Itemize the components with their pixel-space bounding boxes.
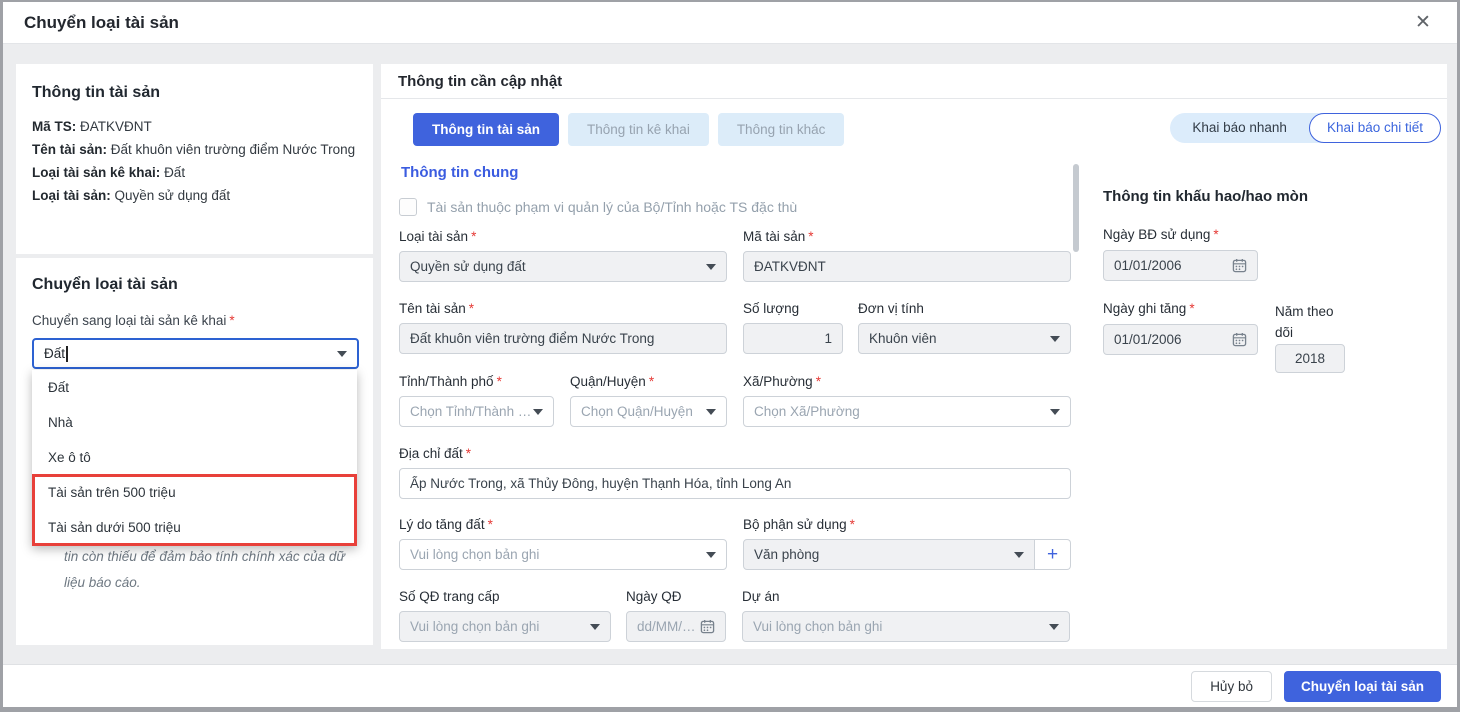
quantity-input[interactable]: 1: [743, 323, 843, 354]
project-select[interactable]: Vui lòng chọn bản ghi: [742, 611, 1070, 642]
land-address-label: Địa chỉ đất*: [399, 446, 1071, 461]
dropdown-option-nha[interactable]: Nhà: [32, 405, 357, 440]
special-asset-checkbox[interactable]: [399, 198, 417, 216]
asset-code-line: Mã TS: ĐATKVĐNT: [32, 115, 357, 138]
asset-info-heading: Thông tin tài sản: [32, 84, 357, 102]
declare-mode-toggle: Khai báo nhanh Khai báo chi tiết: [1170, 113, 1441, 143]
convert-asset-dialog: Chuyển loại tài sản ✕ Thông tin tài sản …: [3, 2, 1457, 707]
cancel-button[interactable]: Hủy bỏ: [1191, 671, 1272, 702]
asset-code-label: Mã tài sản*: [743, 229, 1071, 244]
asset-name-line: Tên tài sản: Đất khuôn viên trường điểm …: [32, 138, 357, 161]
asset-type-line: Loại tài sản: Quyền sử dụng đất: [32, 184, 357, 207]
convert-type-dropdown: Đất Nhà Xe ô tô Tài sản trên 500 triệu T…: [32, 370, 357, 546]
quantity-label: Số lượng: [743, 301, 843, 316]
unit-label: Đơn vị tính: [858, 301, 1071, 316]
dialog-titlebar: Chuyển loại tài sản ✕: [3, 2, 1457, 44]
dropdown-option-xe-o-to[interactable]: Xe ô tô: [32, 440, 357, 475]
dropdown-option-dat[interactable]: Đất: [32, 370, 357, 405]
general-info-form: Thông tin chung Tài sản thuộc phạm vi qu…: [399, 160, 1071, 642]
text-cursor: [66, 346, 68, 362]
tab-thong-tin-khac[interactable]: Thông tin khác: [718, 113, 845, 146]
ward-select[interactable]: Chọn Xã/Phường: [743, 396, 1071, 427]
tracking-year-input[interactable]: 2018: [1275, 344, 1345, 373]
province-select[interactable]: Chọn Tỉnh/Thành phố: [399, 396, 554, 427]
district-select[interactable]: Chọn Quận/Huyện: [570, 396, 727, 427]
tab-bar: Thông tin tài sản Thông tin kê khai Thôn…: [413, 113, 844, 146]
ward-label: Xã/Phường*: [743, 374, 1071, 389]
chevron-down-icon: [590, 624, 600, 630]
calendar-icon: [1232, 258, 1247, 273]
chevron-down-icon: [1050, 336, 1060, 342]
chevron-down-icon: [533, 409, 543, 415]
update-info-heading: Thông tin cần cập nhật: [381, 64, 1447, 90]
calendar-icon: [1232, 332, 1247, 347]
land-address-input[interactable]: Ấp Nước Trong, xã Thủy Đông, huyện Thạnh…: [399, 468, 1071, 499]
record-increase-date-label: Ngày ghi tăng*: [1103, 301, 1258, 316]
using-department-label: Bộ phận sử dụng*: [743, 517, 1071, 532]
start-use-date-input[interactable]: 01/01/2006: [1103, 250, 1258, 281]
dialog-footer: Hủy bỏ Chuyển loại tài sản: [3, 664, 1457, 707]
depreciation-heading: Thông tin khấu hao/hao mòn: [1103, 188, 1443, 205]
close-icon[interactable]: ✕: [1411, 11, 1435, 35]
convert-type-panel: Chuyển loại tài sản Chuyển sang loại tài…: [16, 258, 373, 645]
update-info-header: Thông tin cần cập nhật: [381, 64, 1447, 99]
submit-convert-button[interactable]: Chuyển loại tài sản: [1284, 671, 1441, 702]
convert-panel-heading: Chuyển loại tài sản: [32, 276, 178, 294]
record-increase-date-input[interactable]: 01/01/2006: [1103, 324, 1258, 355]
update-info-panel: Thông tin cần cập nhật Thông tin tài sản…: [381, 64, 1447, 649]
asset-code-input[interactable]: ĐATKVĐNT: [743, 251, 1071, 282]
start-use-date-label: Ngày BĐ sử dụng*: [1103, 227, 1443, 242]
convert-note: tin còn thiếu để đảm bảo tính chính xác …: [64, 544, 366, 596]
screen-background: Chuyển loại tài sản ✕ Thông tin tài sản …: [0, 0, 1460, 712]
chevron-down-icon: [1049, 624, 1059, 630]
asset-info-panel: Thông tin tài sản Mã TS: ĐATKVĐNT Tên tà…: [16, 64, 373, 254]
vertical-scrollbar[interactable]: [1073, 164, 1079, 252]
chevron-down-icon: [1014, 552, 1024, 558]
grant-decision-label: Số QĐ trang cấp: [399, 589, 611, 604]
detail-declare-button[interactable]: Khai báo chi tiết: [1309, 113, 1441, 143]
special-asset-checkbox-label: Tài sản thuộc phạm vi quản lý của Bộ/Tỉn…: [427, 199, 797, 215]
chevron-down-icon: [1050, 409, 1060, 415]
combobox-value: Đất: [44, 346, 65, 361]
using-department-select[interactable]: Văn phòng: [743, 539, 1035, 570]
unit-select[interactable]: Khuôn viên: [858, 323, 1071, 354]
depreciation-panel: Thông tin khấu hao/hao mòn Ngày BĐ sử dụ…: [1103, 188, 1443, 373]
convert-type-combobox[interactable]: Đất: [32, 338, 359, 369]
project-label: Dự án: [742, 589, 1070, 604]
dialog-title: Chuyển loại tài sản: [24, 2, 179, 44]
dropdown-option-duoi-500[interactable]: Tài sản dưới 500 triệu: [32, 510, 357, 545]
decision-date-label: Ngày QĐ: [626, 589, 726, 604]
dropdown-option-tren-500[interactable]: Tài sản trên 500 triệu: [32, 475, 357, 510]
calendar-icon: [700, 619, 715, 634]
asset-type-label: Loại tài sản*: [399, 229, 727, 244]
chevron-down-icon: [706, 409, 716, 415]
chevron-down-icon: [706, 264, 716, 270]
tab-thong-tin-tai-san[interactable]: Thông tin tài sản: [413, 113, 559, 146]
quick-declare-button[interactable]: Khai báo nhanh: [1170, 113, 1309, 143]
tab-thong-tin-ke-khai[interactable]: Thông tin kê khai: [568, 113, 709, 146]
asset-declared-type-line: Loại tài sản kê khai: Đất: [32, 161, 357, 184]
increase-reason-label: Lý do tăng đất*: [399, 517, 727, 532]
district-label: Quận/Huyện*: [570, 374, 727, 389]
chevron-down-icon: [706, 552, 716, 558]
chevron-down-icon: [337, 351, 347, 357]
increase-reason-select[interactable]: Vui lòng chọn bản ghi: [399, 539, 727, 570]
asset-type-select[interactable]: Quyền sử dụng đất: [399, 251, 727, 282]
asset-name-label: Tên tài sản*: [399, 301, 727, 316]
province-label: Tỉnh/Thành phố*: [399, 374, 554, 389]
decision-date-input[interactable]: dd/MM/yyyy: [626, 611, 726, 642]
add-department-button[interactable]: +: [1035, 539, 1071, 570]
grant-decision-select[interactable]: Vui lòng chọn bản ghi: [399, 611, 611, 642]
general-info-heading: Thông tin chung: [401, 164, 1071, 181]
convert-select-label: Chuyển sang loại tài sản kê khai*: [32, 313, 235, 328]
asset-name-input[interactable]: Đất khuôn viên trường điểm Nước Trong: [399, 323, 727, 354]
tracking-year-label: Năm theo dõi: [1275, 301, 1345, 343]
